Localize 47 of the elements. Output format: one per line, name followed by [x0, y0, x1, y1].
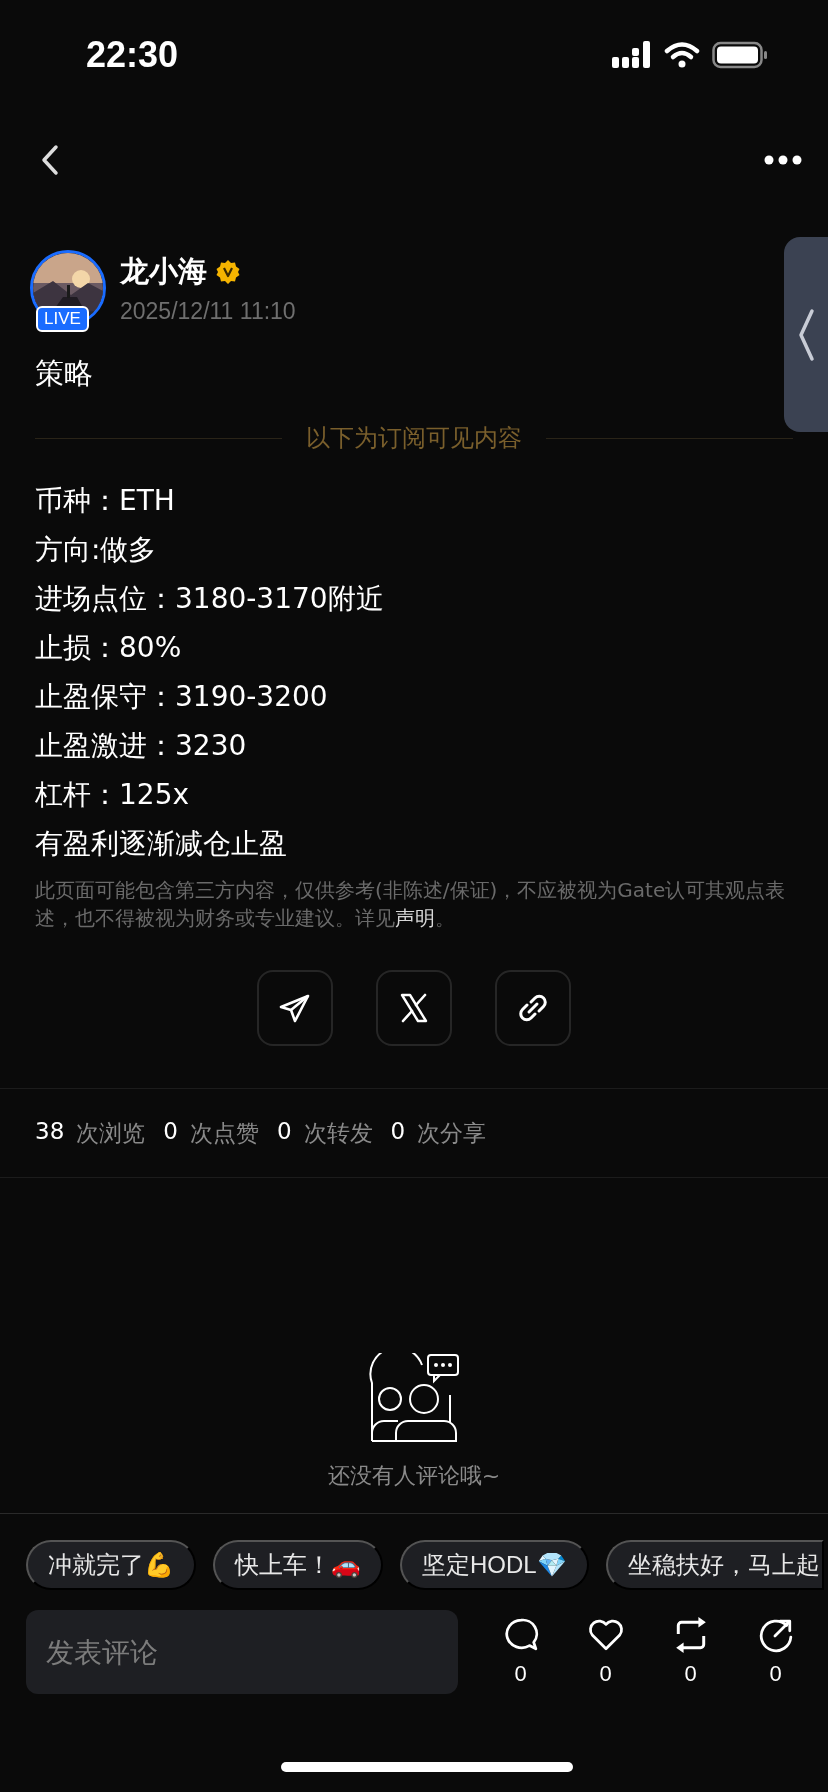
wifi-icon: [664, 41, 700, 69]
stat-count: 0: [276, 1117, 292, 1146]
post-title: 策略: [34, 355, 94, 392]
post-line: 进场点位：3180-3170附近: [35, 581, 385, 617]
quick-reply-chip[interactable]: 坐稳扶好，马上起: [605, 1540, 824, 1590]
stat-label: 次分享: [417, 1118, 487, 1148]
repost-button[interactable]: 0: [672, 1617, 709, 1687]
author-name[interactable]: 龙小海: [120, 252, 207, 292]
comment-input[interactable]: 发表评论: [26, 1610, 458, 1694]
comment-button[interactable]: 0: [502, 1617, 539, 1687]
post-date: 2025/12/11 11:10: [120, 298, 296, 325]
disclaimer-text: 此页面可能包含第三方内容，仅供参考(非陈述/保证)，不应被视为Gate认可其观点表述，也不得被视为财务或专业建议。详见声明。: [34, 877, 787, 932]
stat-count: 0: [390, 1117, 406, 1146]
quick-reply-chip[interactable]: 快上车！🚗: [213, 1540, 383, 1590]
signal-icon: [612, 41, 652, 69]
stat-count: 0: [163, 1117, 178, 1146]
post-line: 方向:做多: [35, 532, 158, 568]
post-line: 止盈保守：3190-3200: [35, 679, 329, 715]
quick-reply-chip[interactable]: 冲就完了💪: [26, 1540, 196, 1590]
disclaimer-link[interactable]: 声明: [395, 906, 435, 930]
stat-label: 次点赞: [189, 1118, 259, 1148]
subscriber-content-label: 以下为订阅可见内容: [306, 423, 522, 454]
empty-comments-text: 还没有人评论哦~: [327, 1462, 501, 1490]
share-icon: [757, 1617, 794, 1653]
more-icon[interactable]: [764, 155, 802, 165]
side-panel-tab[interactable]: [784, 237, 828, 432]
stat-label: 次转发: [303, 1118, 373, 1148]
comment-icon: [502, 1617, 539, 1653]
chevron-left-icon: [797, 306, 815, 363]
heart-button[interactable]: 0: [587, 1617, 624, 1687]
post-line: 币种：ETH: [35, 483, 176, 519]
post-line: 有盈利逐渐减仓止盈: [35, 826, 288, 862]
x-logo-share-button[interactable]: [376, 970, 452, 1046]
telegram-share-button[interactable]: [257, 970, 333, 1046]
post-line: 杠杆：125x: [35, 777, 190, 813]
heart-icon: [587, 1617, 624, 1653]
back-icon[interactable]: [40, 144, 60, 176]
link-share-button[interactable]: [495, 970, 571, 1046]
stat-count: 38: [35, 1117, 65, 1146]
status-time: 22:30: [86, 34, 179, 76]
post-line: 止损：80%: [35, 630, 183, 666]
stat-label: 次浏览: [76, 1118, 146, 1148]
quick-reply-chip[interactable]: 坚定HODL💎: [400, 1540, 589, 1590]
battery-icon: [712, 41, 768, 69]
post-line: 止盈激进：3230: [35, 728, 248, 764]
live-badge: LIVE: [36, 306, 89, 332]
share-button[interactable]: 0: [757, 1617, 794, 1687]
